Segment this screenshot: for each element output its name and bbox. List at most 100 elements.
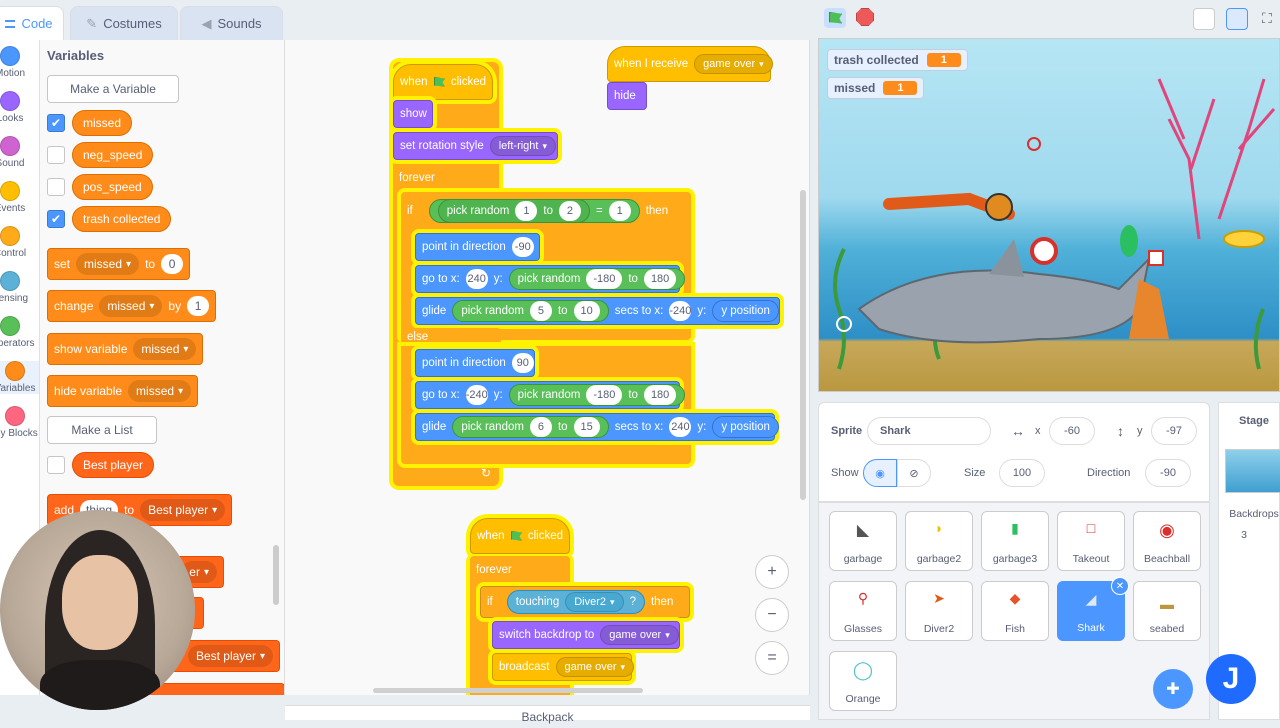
palette-scrollbar[interactable]: [273, 545, 279, 605]
message-dropdown[interactable]: game over: [555, 657, 635, 677]
backdrop-dropdown[interactable]: game over: [600, 625, 679, 645]
show-block[interactable]: show: [393, 100, 433, 128]
pick-random-operator[interactable]: pick random 6 to 15: [452, 416, 609, 438]
category-control[interactable]: Control: [0, 226, 30, 259]
vertical-scrollbar[interactable]: [800, 190, 806, 500]
sprite-seabed[interactable]: ▬ seabed: [1133, 581, 1201, 641]
sprite-beachball[interactable]: ◉ Beachball: [1133, 511, 1201, 571]
value-input[interactable]: 2: [558, 201, 581, 221]
backdrop-thumbnail[interactable]: [1225, 449, 1280, 493]
value-input[interactable]: 180: [643, 385, 677, 405]
value-input[interactable]: 180: [643, 269, 677, 289]
sprite-takeout[interactable]: □ Takeout: [1057, 511, 1125, 571]
pick-random-operator[interactable]: pick random -180 to 180: [508, 384, 686, 406]
value-input[interactable]: -240: [669, 301, 691, 321]
variable-dropdown[interactable]: missed: [133, 338, 197, 360]
show-variable-block[interactable]: show variable missed: [47, 333, 204, 365]
category-sensing[interactable]: Sensing: [0, 271, 30, 304]
checkbox-missed[interactable]: ✔: [47, 114, 65, 132]
when-flag-clicked-hat[interactable]: when clicked: [393, 64, 493, 100]
sprite-orange[interactable]: ◯ Orange: [829, 651, 897, 711]
reporter-neg-speed[interactable]: neg_speed: [72, 142, 154, 168]
set-rotation-style-block[interactable]: set rotation style left-right: [393, 132, 558, 160]
checkbox-trash-collected[interactable]: ✔: [47, 210, 65, 228]
stop-button[interactable]: [856, 8, 874, 26]
glide-block[interactable]: glide pick random 5 to 10 secs to x: -24…: [415, 297, 780, 325]
when-i-receive-hat[interactable]: when I receive game over: [607, 46, 773, 82]
value-input[interactable]: 1: [187, 296, 210, 316]
green-flag-button[interactable]: [824, 8, 846, 28]
list-dropdown[interactable]: Best player: [140, 499, 226, 521]
add-sprite-button[interactable]: ✚: [1153, 669, 1193, 709]
value-input[interactable]: 6: [529, 417, 552, 437]
value-input[interactable]: 240: [669, 417, 692, 437]
zoom-out-button[interactable]: −: [755, 598, 789, 632]
target-dropdown[interactable]: Diver2: [565, 592, 624, 612]
sprite-glasses[interactable]: ⚲ Glasses: [829, 581, 897, 641]
make-variable-button[interactable]: Make a Variable: [47, 75, 179, 103]
category-motion[interactable]: Motion: [0, 46, 30, 79]
sprite-fish[interactable]: ◆ Fish: [981, 581, 1049, 641]
hide-block[interactable]: hide: [607, 82, 647, 110]
stage-canvas[interactable]: trash collected 1 missed 1: [818, 38, 1280, 392]
size-input[interactable]: 100: [999, 459, 1045, 487]
reporter-trash-collected[interactable]: trash collected: [72, 206, 172, 232]
touching-sensor[interactable]: touching Diver2 ?: [506, 590, 645, 614]
value-input[interactable]: -90: [511, 237, 534, 257]
equals-operator[interactable]: pick random 1 to 2 = 1: [428, 199, 640, 223]
change-variable-block[interactable]: change missed by 1: [47, 290, 217, 322]
value-input[interactable]: 15: [573, 417, 600, 437]
value-input[interactable]: -180: [586, 269, 623, 289]
reporter-best-player[interactable]: Best player: [72, 452, 155, 478]
broadcast-block[interactable]: broadcast game over: [492, 653, 635, 681]
checkbox-neg-speed[interactable]: [47, 146, 65, 164]
backpack-bar[interactable]: Backpack: [285, 705, 810, 724]
value-input[interactable]: 1: [608, 201, 631, 221]
sprite-diver2[interactable]: ➤ Diver2: [905, 581, 973, 641]
list-dropdown[interactable]: Best player: [187, 645, 273, 667]
category-myblocks[interactable]: My Blocks: [0, 406, 39, 439]
glide-block[interactable]: glide pick random 6 to 15 secs to x: 240…: [415, 413, 779, 441]
fullscreen-icon[interactable]: ⛶: [1262, 10, 1272, 27]
hide-variable-block[interactable]: hide variable missed: [47, 375, 199, 407]
variable-dropdown[interactable]: missed: [76, 253, 140, 275]
go-to-xy-block[interactable]: go to x: 240 y: pick random -180 to 180: [415, 265, 686, 293]
value-input[interactable]: -180: [586, 385, 623, 405]
point-in-direction-block[interactable]: point in direction 90: [415, 349, 535, 377]
if-else-block[interactable]: if pick random 1 to 2 = 1 then: [401, 194, 691, 228]
zoom-in-button[interactable]: +: [755, 555, 789, 589]
sprite-garbage[interactable]: ◣ garbage: [829, 511, 897, 571]
pick-random-operator[interactable]: pick random 5 to 10: [452, 300, 609, 322]
category-variables[interactable]: Variables: [0, 361, 39, 394]
tab-code[interactable]: Code: [0, 6, 64, 40]
point-in-direction-block[interactable]: point in direction -90: [415, 233, 540, 261]
value-input[interactable]: -240: [466, 385, 488, 405]
value-input[interactable]: 240: [465, 269, 488, 289]
x-input[interactable]: -60: [1049, 417, 1095, 445]
large-stage-button[interactable]: [1226, 8, 1248, 30]
category-sound[interactable]: Sound: [0, 136, 30, 169]
script-area[interactable]: when clicked show set rotation style lef…: [285, 40, 810, 695]
sprite-shark[interactable]: ◢ Shark ✕: [1057, 577, 1129, 641]
value-input[interactable]: 10: [573, 301, 600, 321]
sprite-garbage2[interactable]: ◗ garbage2: [905, 511, 973, 571]
category-events[interactable]: Events: [0, 181, 30, 214]
checkbox-pos-speed[interactable]: [47, 178, 65, 196]
go-to-xy-block[interactable]: go to x: -240 y: pick random -180 to 180: [415, 381, 686, 409]
value-input[interactable]: 0: [161, 254, 184, 274]
set-variable-block[interactable]: set missed to 0: [47, 248, 191, 280]
direction-input[interactable]: -90: [1145, 459, 1191, 487]
checkbox-best-player[interactable]: [47, 456, 65, 474]
variable-dropdown[interactable]: missed: [128, 380, 192, 402]
pick-random-operator[interactable]: pick random 1 to 2: [437, 199, 590, 223]
value-input[interactable]: 90: [511, 353, 534, 373]
tab-costumes[interactable]: ✎ Costumes: [70, 6, 178, 40]
category-looks[interactable]: Looks: [0, 91, 30, 124]
delete-sprite-icon[interactable]: ✕: [1111, 577, 1129, 595]
y-input[interactable]: -97: [1151, 417, 1197, 445]
y-position-reporter[interactable]: y position: [712, 300, 779, 322]
pick-random-operator[interactable]: pick random -180 to 180: [508, 268, 686, 290]
show-hidden-toggle[interactable]: ⊘: [897, 459, 931, 487]
show-visible-toggle[interactable]: ◉: [863, 459, 897, 487]
forever-block[interactable]: forever: [393, 164, 499, 192]
